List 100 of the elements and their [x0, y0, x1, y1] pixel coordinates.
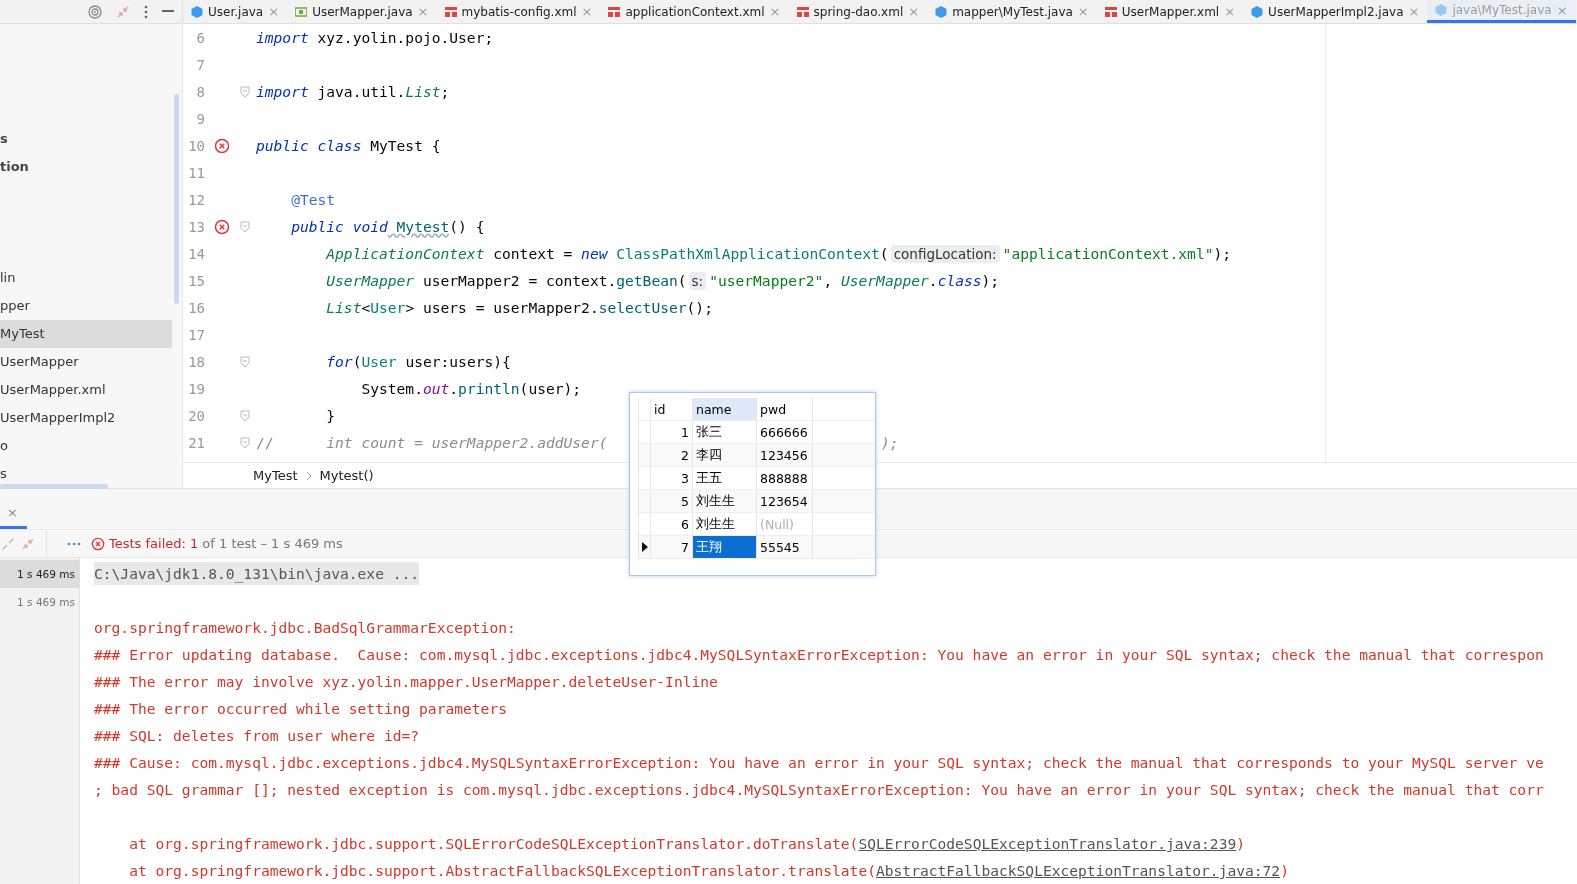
- grid-cell[interactable]: 李四: [693, 444, 757, 466]
- breadcrumb-item[interactable]: Mytest(): [319, 468, 374, 484]
- code-token: "applicationContext.xml": [1002, 245, 1214, 262]
- close-icon[interactable]: ×: [7, 505, 18, 521]
- line-number: 17: [187, 326, 205, 343]
- grid-cell[interactable]: 刘生生: [693, 490, 757, 512]
- code-token: Mytest: [395, 218, 450, 235]
- code-token: int count = userMapper2.addUser(: [325, 434, 608, 451]
- console-line: ### Cause: com.mysql.jdbc.exceptions.jdbc4.MySQLSyntaxErrorException: You have an error in your SQL syntax; check the manual that corresponds to your MySQL server ve: [94, 753, 1544, 773]
- expand-icon[interactable]: [2, 537, 14, 550]
- line-number: 16: [187, 299, 205, 316]
- code-token: > users = userMapper2.: [405, 299, 599, 316]
- test-summary: of 1 test – 1 s 469 ms: [202, 536, 343, 552]
- grid-cell: (Null): [757, 513, 813, 535]
- tree-item[interactable]: tion: [0, 153, 182, 181]
- tree-item[interactable]: pper: [0, 292, 182, 320]
- tree-item[interactable]: UserMapper: [0, 348, 182, 376]
- class-file-icon: [935, 5, 948, 18]
- tree-item[interactable]: UserMapper.xml: [0, 376, 182, 404]
- grid-cell: 5: [651, 490, 693, 512]
- grid-cell: 123456: [757, 444, 813, 466]
- more-icon[interactable]: [67, 541, 81, 546]
- grid-cell: 1: [651, 421, 693, 443]
- editor-tab[interactable]: mapper\MyTest.java ×: [927, 0, 1097, 23]
- line-number: 6: [195, 29, 205, 46]
- code-token: for: [325, 353, 353, 370]
- editor-tab[interactable]: UserMapper.java ×: [287, 0, 437, 23]
- line-number: 8: [195, 83, 205, 100]
- grid-cell: 888888: [757, 467, 813, 489]
- editor-tab[interactable]: applicationContext.xml ×: [600, 0, 789, 23]
- code-token: UserMapper: [840, 272, 929, 289]
- tree-item[interactable]: lin: [0, 264, 182, 292]
- code-token: ;: [440, 83, 450, 100]
- editor-tab[interactable]: UserMapper.xml ×: [1096, 0, 1244, 23]
- line-number: 15: [187, 272, 205, 289]
- console-line: ): [1280, 862, 1289, 879]
- code-token: @Test: [290, 191, 336, 208]
- scrollbar[interactable]: [0, 484, 108, 489]
- more-icon[interactable]: [144, 4, 148, 19]
- code-token: .: [928, 272, 938, 289]
- fold-icon[interactable]: [239, 85, 250, 98]
- tree-item[interactable]: MyTest: [0, 320, 172, 348]
- code-token: User: [361, 353, 397, 370]
- fold-icon[interactable]: [239, 436, 250, 449]
- code-token: user:users){: [404, 353, 511, 370]
- editor-tab[interactable]: UserMapperImpl2.java ×: [1243, 0, 1428, 23]
- tree-item[interactable]: o: [0, 432, 182, 460]
- test-duration[interactable]: 1 s 469 ms: [0, 588, 79, 616]
- console-line: at org.springframework.jdbc.support.AbstractFallbackSQLExceptionTranslator.translate(: [128, 862, 876, 879]
- tree-item[interactable]: s: [0, 460, 182, 488]
- code-token: (: [879, 245, 889, 262]
- scrollbar[interactable]: [174, 94, 179, 304]
- test-duration[interactable]: 1 s 469 ms: [0, 560, 79, 588]
- collapse-icon[interactable]: [116, 4, 130, 19]
- grid-cell: 6: [651, 513, 693, 535]
- grid-cell[interactable]: 刘生生: [693, 513, 757, 535]
- code-token: ,: [823, 272, 834, 289]
- column-header[interactable]: pwd: [757, 398, 813, 420]
- grid-cell[interactable]: 王五: [693, 467, 757, 489]
- editor-tab[interactable]: User.java ×: [183, 0, 288, 23]
- grid-cell[interactable]: 王翔: [693, 536, 757, 558]
- console-line: ### The error may involve xyz.yolin.mapper.UserMapper.deleteUser-Inline: [94, 672, 719, 692]
- code-token: class: [937, 272, 982, 289]
- class-file-icon: [1435, 4, 1448, 16]
- target-icon[interactable]: [88, 4, 102, 19]
- fold-icon[interactable]: [239, 409, 250, 422]
- code-token: //: [256, 434, 274, 451]
- code-token: public void: [290, 218, 388, 235]
- code-token: List: [405, 83, 441, 100]
- code-token: (: [352, 353, 362, 370]
- editor-tab[interactable]: mybatis-config.xml ×: [436, 0, 601, 23]
- xml-file-icon: [608, 5, 621, 18]
- line-number: 21: [187, 434, 205, 451]
- fold-icon[interactable]: [239, 355, 250, 368]
- breadcrumb-item[interactable]: MyTest: [253, 468, 298, 484]
- source-link[interactable]: AbstractFallbackSQLExceptionTranslator.java:72: [876, 862, 1281, 879]
- test-status: Tests failed: 1: [109, 536, 199, 552]
- grid-cell[interactable]: 张三: [693, 421, 757, 443]
- line-number: 10: [187, 137, 205, 154]
- column-header[interactable]: name: [693, 398, 757, 420]
- line-number: 11: [187, 164, 205, 181]
- console-line: at org.springframework.jdbc.support.SQLErrorCodeSQLExceptionTranslator.doTranslate(: [128, 835, 859, 852]
- editor-tab[interactable]: spring-dao.xml ×: [788, 0, 928, 23]
- tree-item[interactable]: UserMapperImpl2: [0, 404, 182, 432]
- code-token: User: [370, 299, 406, 316]
- source-link[interactable]: SQLErrorCodeSQLExceptionTranslator.java:239: [858, 835, 1237, 852]
- grid-cell: 666666: [757, 421, 813, 443]
- console-line: org.springframework.jdbc.BadSqlGrammarException:: [94, 618, 517, 638]
- line-number: 18: [187, 353, 205, 370]
- fold-icon[interactable]: [239, 220, 250, 233]
- code-token: List: [325, 299, 362, 316]
- line-number: 20: [187, 407, 205, 424]
- xml-file-icon: [1104, 5, 1117, 18]
- code-token: );: [981, 272, 1000, 289]
- collapse-icon[interactable]: [22, 537, 34, 550]
- grid-cell: 2: [651, 444, 693, 466]
- tree-item[interactable]: s: [0, 125, 182, 153]
- chevron-icon: [305, 470, 312, 481]
- code-token: userMapper2 = context.: [421, 272, 617, 289]
- console-line: ### SQL: deletes from user where id=?: [94, 726, 421, 746]
